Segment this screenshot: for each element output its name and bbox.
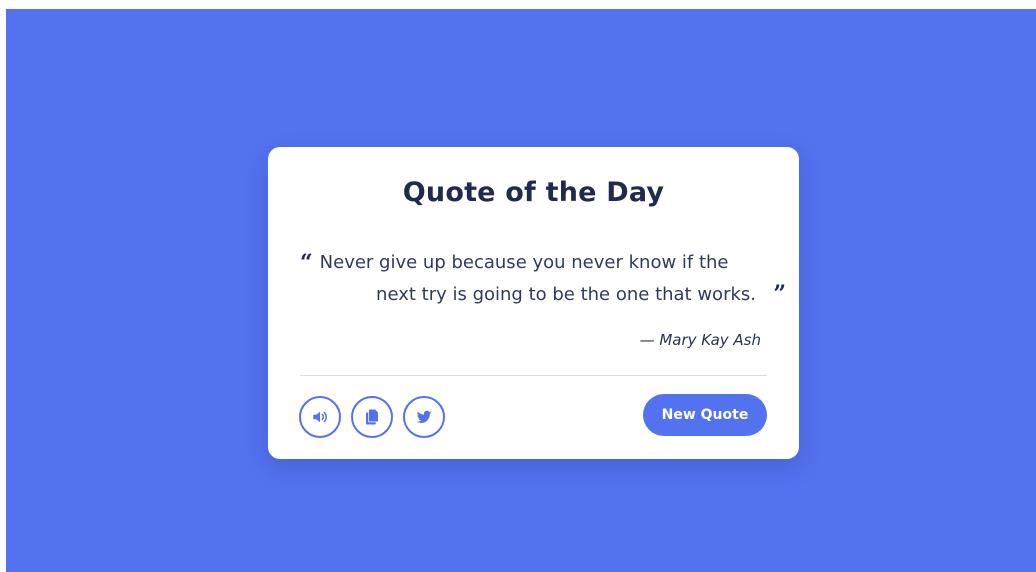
copy-button[interactable] bbox=[351, 396, 393, 438]
quote-line-2: next try is going to be the one that wor… bbox=[376, 284, 756, 305]
close-quote-icon: ” bbox=[773, 281, 786, 307]
divider bbox=[300, 375, 767, 376]
action-icons bbox=[299, 396, 445, 438]
new-quote-button[interactable]: New Quote bbox=[643, 394, 767, 436]
quote-text: “ Never give up because you never know if… bbox=[300, 247, 786, 310]
card-title: Quote of the Day bbox=[402, 177, 665, 208]
page-background: Quote of the Day “ Never give up because … bbox=[6, 9, 1036, 572]
twitter-icon bbox=[416, 410, 432, 424]
quote-author: — Mary Kay Ash bbox=[639, 331, 761, 349]
quote-line-1: Never give up because you never know if … bbox=[319, 252, 729, 273]
open-quote-icon: “ bbox=[300, 250, 313, 276]
speak-button[interactable] bbox=[299, 396, 341, 438]
twitter-button[interactable] bbox=[403, 396, 445, 438]
copy-icon bbox=[366, 409, 378, 425]
volume-icon bbox=[313, 411, 327, 423]
quote-card: Quote of the Day “ Never give up because … bbox=[268, 147, 799, 459]
